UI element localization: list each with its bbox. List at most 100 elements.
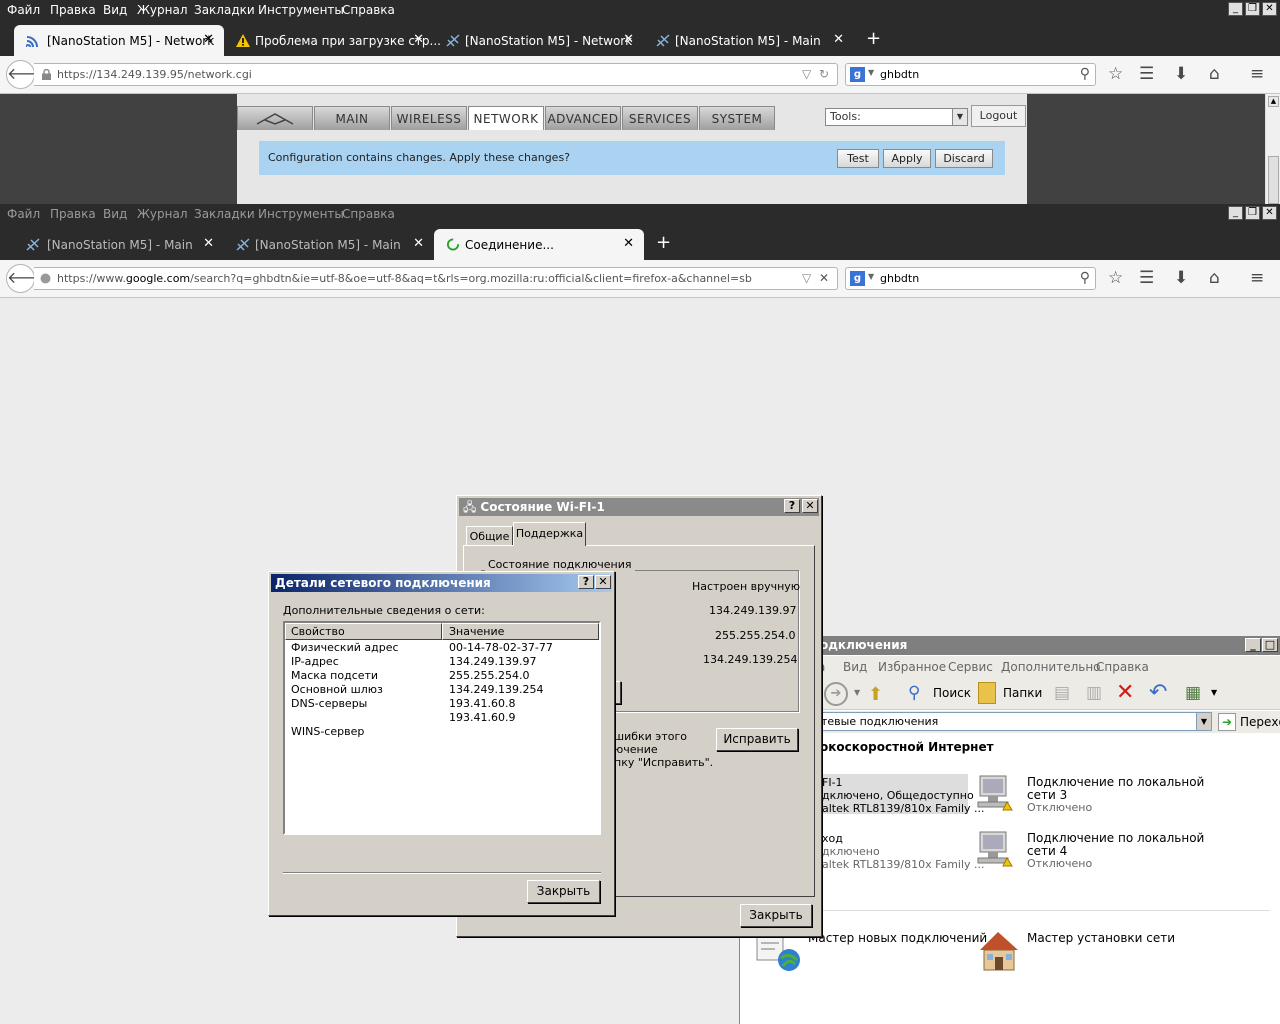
tab-ubnt-logo[interactable] [237,106,313,130]
menu-view[interactable]: Вид [103,3,127,17]
dropdown-arrow-icon[interactable]: ▽ [802,67,811,81]
connection-second-name[interactable]: ход [822,832,843,845]
menu-edit[interactable]: Правка [50,3,96,17]
reload-icon[interactable]: ↻ [819,67,829,81]
tab-nanostation-network-2[interactable]: [NanoStation M5] - Network ✕ [434,25,644,56]
discard-button[interactable]: Discard [935,149,993,168]
tab-support[interactable]: Поддержка [513,522,586,546]
lan-connection-icon[interactable] [974,772,1019,817]
tab-load-problem[interactable]: Проблема при загрузке стр... ✕ [224,25,441,56]
bookmarks-list-icon[interactable]: ☰ [1139,64,1154,84]
tab-system[interactable]: SYSTEM [699,106,775,130]
close-dialog-button[interactable]: ✕ [802,499,818,513]
tab-nanostation-main-2[interactable]: [NanoStation M5] - Main ✕ [224,229,434,260]
dropdown-arrow-icon[interactable]: ▼ [868,272,874,281]
menu-service[interactable]: Сервис [948,660,993,674]
logout-button[interactable]: Logout [971,105,1026,127]
menu-icon[interactable]: ≡ [1250,268,1264,288]
tab-nanostation-main[interactable]: [NanoStation M5] - Main ✕ [14,229,224,260]
menu-view[interactable]: Вид [843,660,867,674]
tab-main[interactable]: MAIN [314,106,390,130]
apply-button[interactable]: Apply [883,149,931,168]
column-header-value[interactable]: Значение [442,623,599,640]
menu-help[interactable]: Справка [1096,660,1149,674]
tab-connecting[interactable]: Соединение... ✕ [434,229,644,260]
search-icon[interactable]: ⚲ [1080,66,1090,82]
dropdown-arrow-icon[interactable]: ▼ [1211,688,1217,697]
restore-button[interactable]: ❐ [1245,206,1260,220]
address-input[interactable]: тевые подключения ▼ [818,712,1212,731]
new-tab-button[interactable]: + [866,30,881,48]
restore-button[interactable]: ❐ [1245,2,1260,16]
table-row[interactable]: Основной шлюз 134.249.139.254 [285,683,599,697]
close-window-button[interactable]: ✕ [1262,2,1277,16]
menu-file[interactable]: Файл [7,3,40,17]
lan-connection-icon[interactable] [974,828,1019,873]
menu-help[interactable]: Справка [342,3,395,17]
stop-icon[interactable]: ✕ [819,271,829,285]
menu-edit[interactable]: Правка [50,207,96,221]
menu-bookmarks[interactable]: Закладки [194,3,255,17]
views-icon[interactable]: ▦ [1185,683,1201,703]
dropdown-arrow-icon[interactable]: ▼ [868,68,874,77]
menu-favorites[interactable]: Избранное [878,660,946,674]
bookmark-star-icon[interactable]: ☆ [1108,64,1123,84]
close-tab-icon[interactable]: ✕ [833,32,844,47]
copy-icon[interactable]: ▥ [1086,683,1102,703]
dropdown-arrow-icon[interactable]: ▼ [854,688,860,697]
url-bar[interactable]: https://www.google.com/search?q=ghbdtn&i… [34,267,838,290]
delete-icon[interactable]: ✕ [1116,680,1134,705]
home-icon[interactable]: ⌂ [1209,64,1220,84]
go-button[interactable]: Перехо [1240,715,1280,729]
forward-icon[interactable]: ➔ [824,682,848,706]
network-setup-wizard[interactable]: Мастер установки сети [1027,931,1175,945]
test-button[interactable]: Test [837,149,879,168]
tab-wireless[interactable]: WIRELESS [391,106,467,130]
menu-bookmarks[interactable]: Закладки [194,207,255,221]
tab-nanostation-main[interactable]: [NanoStation M5] - Main ✕ [644,25,854,56]
tab-network[interactable]: NETWORK [468,106,544,130]
table-row[interactable]: 193.41.60.9 [285,711,599,725]
help-button[interactable]: ? [784,499,800,513]
menu-view[interactable]: Вид [103,207,127,221]
menu-help[interactable]: Справка [342,207,395,221]
repair-button[interactable]: Исправить [716,728,798,751]
table-row[interactable]: WINS-сервер [285,725,599,739]
close-tab-icon[interactable]: ✕ [413,236,424,251]
back-button[interactable]: 🡐 [6,264,50,293]
close-tab-icon[interactable]: ✕ [623,32,634,47]
minimize-button[interactable]: _ [1228,2,1243,16]
search-bar[interactable]: g ▼ ghbdtn ⚲ [845,267,1096,290]
tab-advanced[interactable]: ADVANCED [545,106,621,130]
undo-icon[interactable]: ↶ [1149,680,1167,705]
menu-tools[interactable]: Инструменты [258,3,344,17]
close-button[interactable]: Закрыть [740,904,812,927]
search-icon[interactable]: ⚲ [908,683,920,703]
new-tab-button[interactable]: + [656,234,671,252]
bookmarks-list-icon[interactable]: ☰ [1139,268,1154,288]
table-row[interactable]: DNS-серверы 193.41.60.8 [285,697,599,711]
search-bar[interactable]: g ▼ ghbdtn ⚲ [845,63,1096,86]
scroll-thumb[interactable] [1268,156,1279,204]
close-tab-icon[interactable]: ✕ [203,32,214,47]
details-list[interactable]: Свойство Значение Физический адрес 00-14… [283,621,601,835]
download-icon[interactable]: ⬇ [1174,64,1188,84]
menu-icon[interactable]: ≡ [1250,64,1264,84]
tab-general[interactable]: Общие [466,526,513,545]
close-window-button[interactable]: ✕ [1262,206,1277,220]
scroll-up-icon[interactable]: ▲ [1268,96,1279,107]
menu-history[interactable]: Журнал [137,207,188,221]
page-scrollbar[interactable]: ▲ [1265,94,1280,204]
close-tab-icon[interactable]: ✕ [413,32,424,47]
menu-file[interactable]: Файл [7,207,40,221]
url-bar[interactable]: https://134.249.139.95/network.cgi ▽ ↻ [34,63,838,86]
dropdown-arrow-icon[interactable]: ▽ [802,271,811,285]
move-icon[interactable]: ▤ [1054,683,1070,703]
back-button[interactable]: 🡐 [6,60,50,89]
menu-tools[interactable]: Инструменты [258,207,344,221]
go-arrow-icon[interactable]: ➜ [1218,713,1236,731]
table-row[interactable]: Маска подсети 255.255.254.0 [285,669,599,683]
download-icon[interactable]: ⬇ [1174,268,1188,288]
table-row[interactable]: IP-адрес 134.249.139.97 [285,655,599,669]
new-connection-wizard[interactable]: Мастер новых подключений [808,931,987,945]
